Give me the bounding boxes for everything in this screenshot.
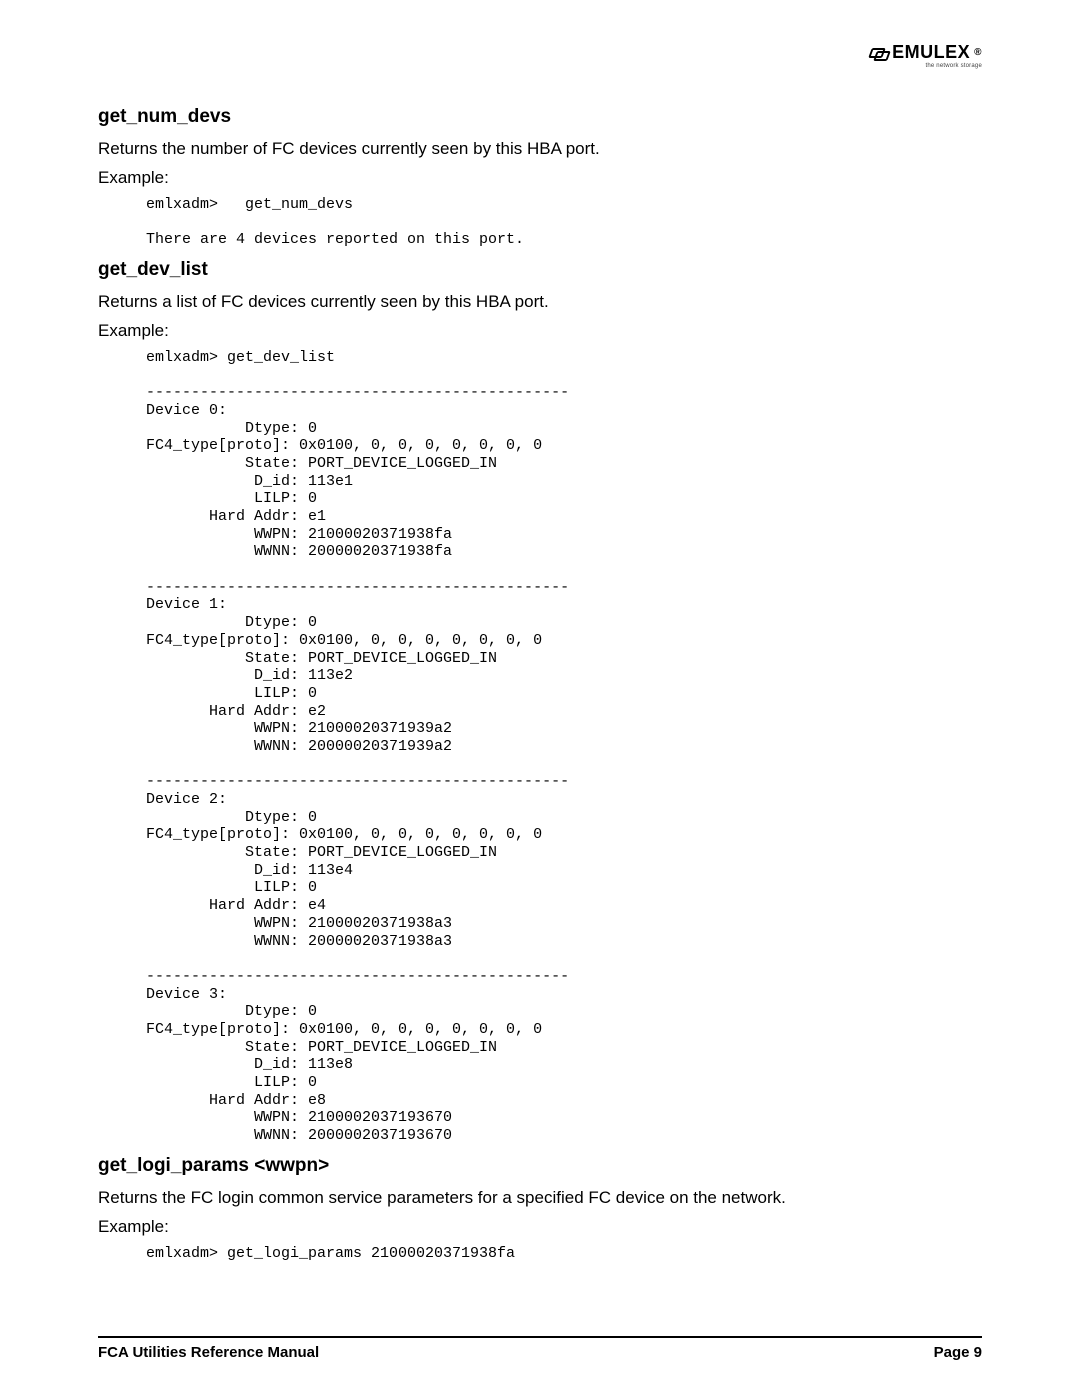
brand-block: EMULEX ® the network storage [870, 42, 982, 69]
footer-page: Page 9 [934, 1344, 982, 1361]
example-label: Example: [98, 320, 982, 343]
example-label: Example: [98, 167, 982, 190]
brand-tagline: the network storage [870, 63, 982, 69]
brand-trademark-icon: ® [974, 47, 982, 58]
section-get-num-devs: get_num_devs Returns the number of FC de… [98, 106, 982, 249]
code-get-num-devs: emlxadm> get_num_devs There are 4 device… [146, 196, 982, 249]
page-footer: FCA Utilities Reference Manual Page 9 [98, 1336, 982, 1361]
heading-get-logi-params: get_logi_params <wwpn> [98, 1155, 982, 1177]
code-get-logi-params: emlxadm> get_logi_params 21000020371938f… [146, 1245, 982, 1263]
section-get-logi-params: get_logi_params <wwpn> Returns the FC lo… [98, 1155, 982, 1263]
brand-name: EMULEX ® [870, 42, 982, 63]
code-get-dev-list: emlxadm> get_dev_list ------------------… [146, 349, 982, 1145]
example-label: Example: [98, 1216, 982, 1239]
emulex-logo-icon [870, 46, 888, 60]
page: EMULEX ® the network storage get_num_devs… [0, 0, 1080, 1397]
heading-get-dev-list: get_dev_list [98, 259, 982, 281]
desc-get-dev-list: Returns a list of FC devices currently s… [98, 291, 982, 314]
footer-title: FCA Utilities Reference Manual [98, 1344, 319, 1361]
heading-get-num-devs: get_num_devs [98, 106, 982, 128]
desc-get-num-devs: Returns the number of FC devices current… [98, 138, 982, 161]
desc-get-logi-params: Returns the FC login common service para… [98, 1187, 982, 1210]
section-get-dev-list: get_dev_list Returns a list of FC device… [98, 259, 982, 1145]
brand-name-text: EMULEX [892, 42, 970, 63]
